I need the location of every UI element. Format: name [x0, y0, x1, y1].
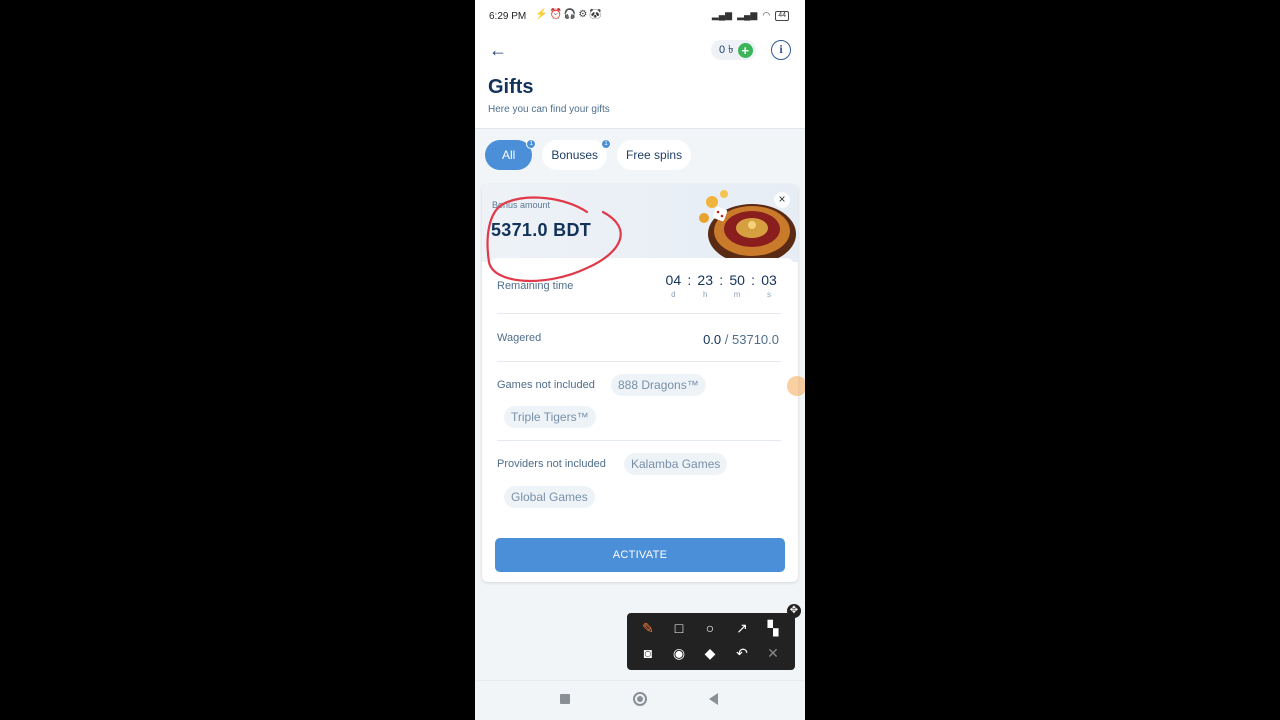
pen-icon[interactable]: ✎: [639, 619, 657, 637]
balance-pill[interactable]: 0 ৳ +: [711, 40, 756, 60]
divider: [497, 361, 781, 362]
providers-not-included-label: Providers not included: [497, 458, 606, 470]
system-nav-bar: [475, 680, 805, 720]
notification-icons: ⚡⏰🎧⚙🐼: [535, 9, 604, 20]
signal-icon-2: ▂▄▆: [737, 10, 758, 20]
info-icon[interactable]: i: [771, 40, 791, 60]
game-chip: Triple Tigers™: [504, 406, 596, 428]
tab-all[interactable]: All 1: [485, 139, 537, 170]
tab-all-badge: 1: [526, 139, 537, 149]
status-right: ▂▄▆ ▂▄▆ ◠ 44: [712, 10, 789, 21]
plus-icon[interactable]: +: [737, 42, 753, 58]
undo-icon[interactable]: ↶: [733, 644, 751, 662]
back-arrow-icon[interactable]: ←: [489, 40, 509, 60]
page-title: Gifts: [488, 76, 534, 98]
arrow-icon[interactable]: ↗: [733, 619, 751, 637]
divider: [497, 313, 781, 314]
floating-bubble-icon[interactable]: [787, 376, 805, 396]
camera-icon[interactable]: ◙: [639, 644, 657, 662]
back-icon[interactable]: [709, 693, 718, 705]
timer-separator: :: [751, 272, 755, 288]
timer-minutes: 50 m: [729, 272, 745, 299]
divider: [497, 440, 781, 441]
home-icon[interactable]: [633, 692, 647, 706]
close-icon[interactable]: ×: [774, 192, 790, 208]
bonus-card-details: Remaining time 04 d : 23 h : 50 m : 03 s Wag…: [491, 258, 793, 582]
recents-icon[interactable]: [560, 694, 570, 704]
countdown-timer: 04 d : 23 h : 50 m : 03 s: [663, 272, 779, 299]
move-handle-icon[interactable]: ✥: [787, 604, 801, 618]
provider-chip: Global Games: [504, 486, 595, 508]
status-bar: 6:29 PM ⚡⏰🎧⚙🐼 ▂▄▆ ▂▄▆ ◠ 44: [475, 0, 805, 32]
wagered-label: Wagered: [497, 332, 542, 344]
wagered-current: 0.0: [703, 332, 722, 347]
close-icon[interactable]: ✕: [764, 644, 782, 662]
circle-icon[interactable]: ○: [701, 619, 719, 637]
timer-hours: 23 h: [697, 272, 713, 299]
timer-separator: :: [687, 272, 692, 288]
mosaic-icon[interactable]: ▚: [764, 619, 782, 637]
timer-separator: :: [719, 272, 724, 288]
eraser-icon[interactable]: ◆: [701, 644, 719, 662]
page-subtitle: Here you can find your gifts: [488, 104, 610, 115]
phone-screen: 6:29 PM ⚡⏰🎧⚙🐼 ▂▄▆ ▂▄▆ ◠ 44 ← 0 ৳ + i Gif…: [475, 0, 805, 720]
game-chip: 888 Dragons™: [611, 374, 706, 396]
color-picker-icon[interactable]: ◉: [670, 644, 688, 662]
tab-bonuses-badge: 1: [601, 139, 612, 149]
tab-all-label: All: [502, 148, 516, 162]
rectangle-icon[interactable]: □: [670, 619, 688, 637]
wifi-icon: ◠: [762, 10, 771, 20]
tab-free-spins-label: Free spins: [626, 148, 683, 162]
wagered-total: / 53710.0: [724, 332, 779, 347]
tab-bonuses-label: Bonuses: [551, 148, 599, 162]
games-not-included-label: Games not included: [497, 379, 595, 391]
page-header: ← 0 ৳ + i Gifts Here you can find your g…: [475, 32, 805, 129]
timer-days: 04 d: [665, 272, 682, 299]
status-time: 6:29 PM: [489, 11, 527, 22]
screen-annotation-toolbar: ✎ □ ○ ↗ ▚ ◙ ◉ ◆ ↶ ✕: [627, 613, 795, 670]
gift-tabs: All 1 Bonuses 1 Free spins: [485, 139, 692, 170]
tab-bonuses[interactable]: Bonuses 1: [542, 139, 612, 170]
timer-seconds: 03 s: [761, 272, 777, 299]
provider-chip: Kalamba Games: [624, 453, 728, 475]
signal-icon: ▂▄▆: [711, 10, 733, 20]
tab-free-spins[interactable]: Free spins: [617, 140, 692, 170]
annotation-circle: [486, 196, 622, 283]
activate-button[interactable]: ACTIVATE: [495, 538, 785, 572]
wagered-value: 0.0 / 53710.0: [703, 332, 779, 347]
battery-icon: 44: [775, 10, 789, 21]
balance-value: 0 ৳: [719, 43, 734, 56]
